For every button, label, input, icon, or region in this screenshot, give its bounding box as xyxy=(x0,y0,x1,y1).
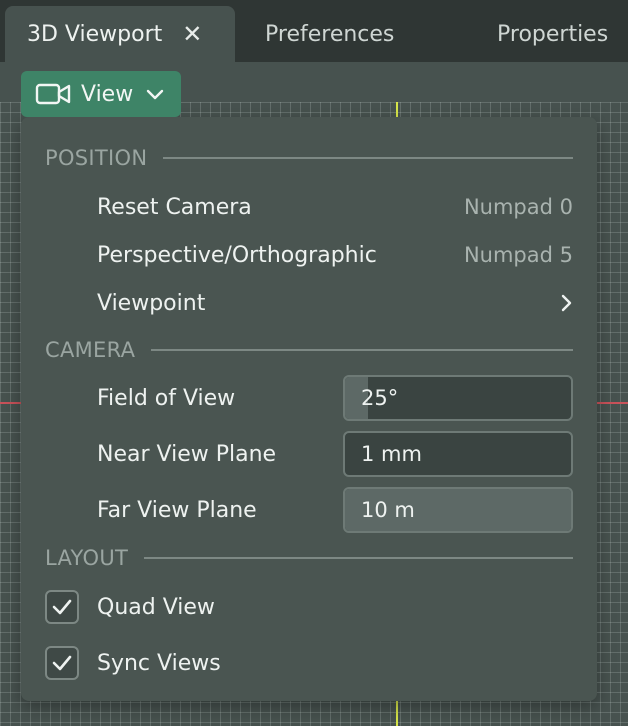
chevron-right-icon xyxy=(561,294,572,312)
checkbox-label: Sync Views xyxy=(97,650,221,676)
field-row-near-view-plane: Near View Plane 1 mm xyxy=(97,431,573,477)
field-label: Near View Plane xyxy=(97,441,277,467)
menu-item-viewpoint[interactable]: Viewpoint xyxy=(97,283,573,323)
quad-view-checkbox[interactable] xyxy=(45,590,79,624)
section-title: LAYOUT xyxy=(45,546,129,570)
field-value: 1 mm xyxy=(361,442,422,466)
tab-label: 3D Viewport xyxy=(27,21,163,47)
sync-views-checkbox[interactable] xyxy=(45,646,79,680)
menu-item-reset-camera[interactable]: Reset Camera Numpad 0 xyxy=(97,187,573,227)
shortcut-label: Numpad 5 xyxy=(463,243,573,267)
section-title: CAMERA xyxy=(45,338,136,362)
menu-item-label: Perspective/Orthographic xyxy=(97,242,377,268)
field-label: Far View Plane xyxy=(97,497,257,523)
view-menu-button[interactable]: View xyxy=(21,71,181,117)
menu-item-label: Reset Camera xyxy=(97,194,252,220)
divider xyxy=(144,557,573,559)
checkmark-icon xyxy=(52,655,72,671)
tab-label: Properties xyxy=(497,21,609,47)
tab-preferences[interactable]: Preferences xyxy=(265,6,394,62)
section-title: POSITION xyxy=(45,146,148,170)
near-view-plane-input[interactable]: 1 mm xyxy=(343,431,573,477)
field-value: 25° xyxy=(361,386,399,410)
field-row-field-of-view: Field of View 25° xyxy=(97,375,573,421)
shortcut-label: Numpad 0 xyxy=(463,195,573,219)
tab-label: Preferences xyxy=(265,21,395,47)
divider xyxy=(163,157,573,159)
camera-icon xyxy=(35,83,71,105)
chevron-down-icon xyxy=(147,89,164,100)
section-header-camera: CAMERA xyxy=(45,335,573,365)
field-of-view-input[interactable]: 25° xyxy=(343,375,573,421)
checkmark-icon xyxy=(52,599,72,615)
field-row-far-view-plane: Far View Plane 10 m xyxy=(97,487,573,533)
checkbox-row-sync-views[interactable]: Sync Views xyxy=(45,645,345,681)
far-view-plane-input[interactable]: 10 m xyxy=(343,487,573,533)
menu-item-perspective-orthographic[interactable]: Perspective/Orthographic Numpad 5 xyxy=(97,235,573,275)
view-button-label: View xyxy=(81,81,134,107)
field-value: 10 m xyxy=(361,498,415,522)
menu-item-label: Viewpoint xyxy=(97,290,206,316)
field-label: Field of View xyxy=(97,385,236,411)
section-header-position: POSITION xyxy=(45,143,573,173)
checkbox-label: Quad View xyxy=(97,594,215,620)
checkbox-row-quad-view[interactable]: Quad View xyxy=(45,589,345,625)
tab-properties[interactable]: Properties xyxy=(497,6,608,62)
divider xyxy=(151,349,573,351)
tab-3d-viewport[interactable]: 3D Viewport ✕ xyxy=(5,6,235,62)
tab-bar: 3D Viewport ✕ Preferences Properties xyxy=(0,0,628,62)
view-dropdown-menu: POSITION Reset Camera Numpad 0 Perspecti… xyxy=(21,117,597,701)
close-icon[interactable]: ✕ xyxy=(182,20,202,48)
section-header-layout: LAYOUT xyxy=(45,543,573,573)
